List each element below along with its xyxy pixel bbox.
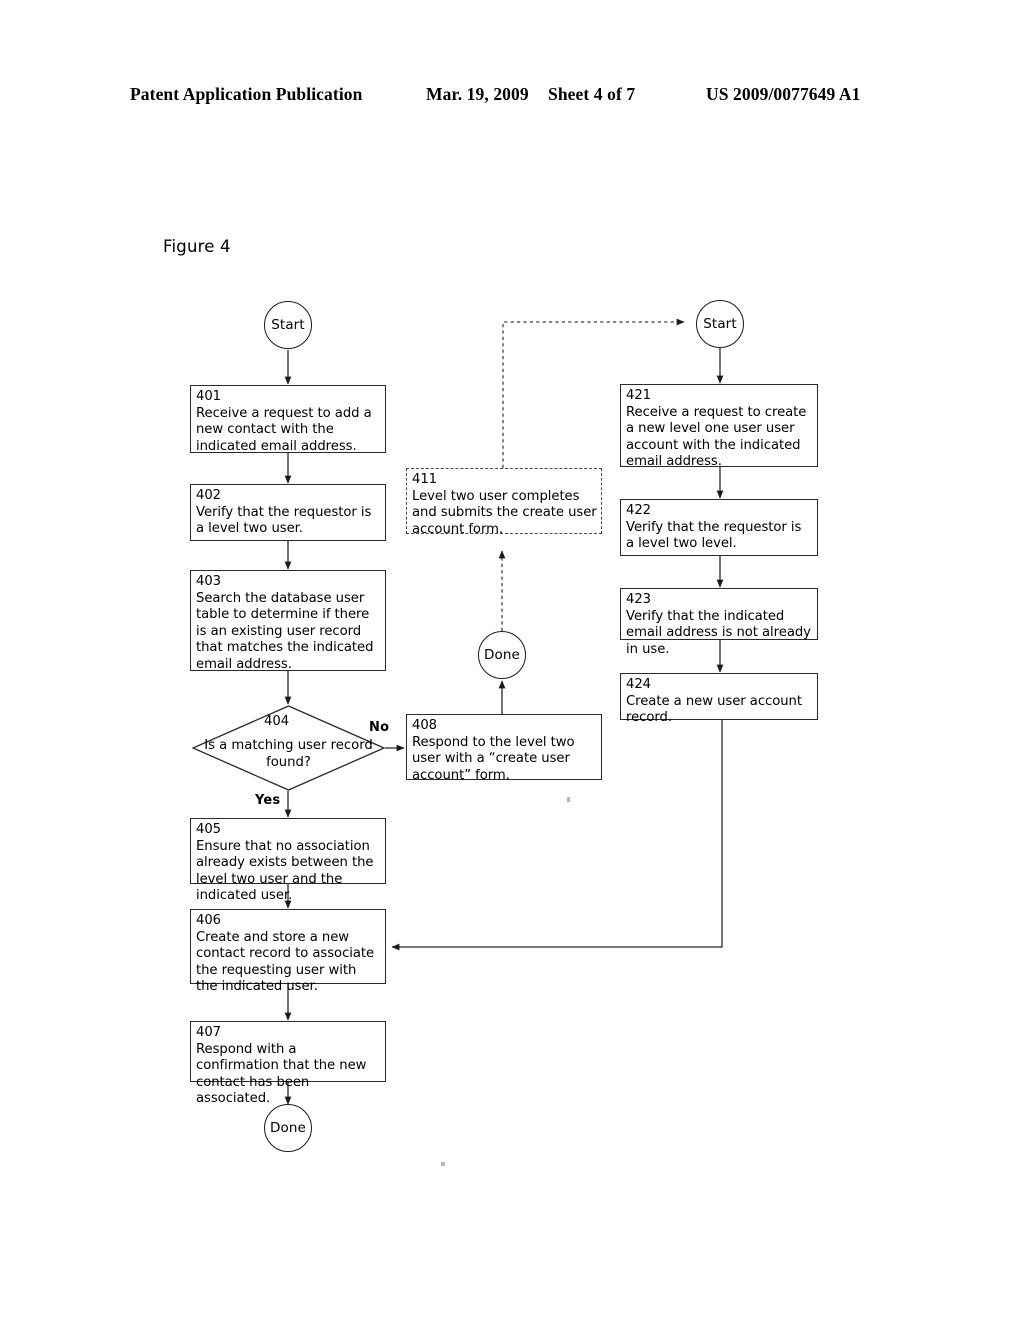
process-box-406: 406 Create and store a new contact recor…: [190, 909, 386, 994]
process-401-text: Receive a request to add a new contact w…: [196, 405, 372, 454]
process-box-424: 424 Create a new user account record.: [620, 673, 818, 725]
terminator-done-middle: Done: [478, 631, 526, 679]
decision-404-text: Is a matching user record found?: [204, 738, 373, 770]
process-405-ref: 405: [196, 822, 222, 837]
terminator-start-right: Start: [696, 300, 744, 348]
terminator-done-middle-label: Done: [484, 647, 520, 663]
decision-404-ref: 404: [264, 714, 290, 729]
terminator-start-left: Start: [264, 301, 312, 349]
process-406-ref: 406: [196, 913, 222, 928]
process-422-text: Verify that the requestor is a level two…: [626, 519, 802, 552]
process-403-ref: 403: [196, 574, 222, 589]
process-box-423: 423 Verify that the indicated email addr…: [620, 588, 818, 657]
process-424-ref: 424: [626, 677, 652, 692]
terminator-done-bottom-label: Done: [270, 1120, 306, 1136]
scan-artifact-speck: [441, 1162, 445, 1166]
process-402-text: Verify that the requestor is a level two…: [196, 504, 372, 537]
process-422-ref: 422: [626, 503, 652, 518]
process-box-402: 402 Verify that the requestor is a level…: [190, 484, 386, 541]
process-402-ref: 402: [196, 488, 222, 503]
process-box-422: 422 Verify that the requestor is a level…: [620, 499, 818, 556]
process-407-ref: 407: [196, 1025, 222, 1040]
process-423-ref: 423: [626, 592, 652, 607]
scan-artifact-speck: [567, 797, 570, 802]
edge-label-yes: Yes: [255, 793, 281, 808]
terminator-start-left-label: Start: [271, 317, 305, 333]
process-box-421: 421 Receive a request to create a new le…: [620, 384, 818, 469]
process-407-text: Respond with a confirmation that the new…: [196, 1041, 367, 1107]
terminator-done-bottom: Done: [264, 1104, 312, 1152]
edge-label-no: No: [369, 720, 390, 735]
process-408-ref: 408: [412, 718, 438, 733]
process-424-text: Create a new user account record.: [626, 693, 802, 726]
process-423-text: Verify that the indicated email address …: [626, 608, 811, 657]
process-box-408: 408 Respond to the level two user with a…: [406, 714, 602, 783]
process-box-411: 411 Level two user completes and submits…: [406, 468, 602, 537]
process-411-ref: 411: [412, 472, 438, 487]
terminator-start-right-label: Start: [703, 316, 737, 332]
process-421-ref: 421: [626, 388, 652, 403]
decision-box-404: 404 Is a matching user record found?: [191, 705, 386, 791]
process-box-407: 407 Respond with a confirmation that the…: [190, 1021, 386, 1106]
process-box-403: 403 Search the database user table to de…: [190, 570, 386, 672]
process-406-text: Create and store a new contact record to…: [196, 929, 375, 995]
process-box-405: 405 Ensure that no association already e…: [190, 818, 386, 903]
process-405-text: Ensure that no association already exist…: [196, 838, 374, 904]
process-411-text: Level two user completes and submits the…: [412, 488, 597, 537]
process-403-text: Search the database user table to determ…: [196, 590, 374, 672]
process-408-text: Respond to the level two user with a “cr…: [412, 734, 575, 783]
process-401-ref: 401: [196, 389, 222, 404]
process-421-text: Receive a request to create a new level …: [626, 404, 807, 470]
flowchart-drawing: Start Start Done Done 401 Receive a requ…: [0, 0, 1024, 1320]
process-box-401: 401 Receive a request to add a new conta…: [190, 385, 386, 454]
